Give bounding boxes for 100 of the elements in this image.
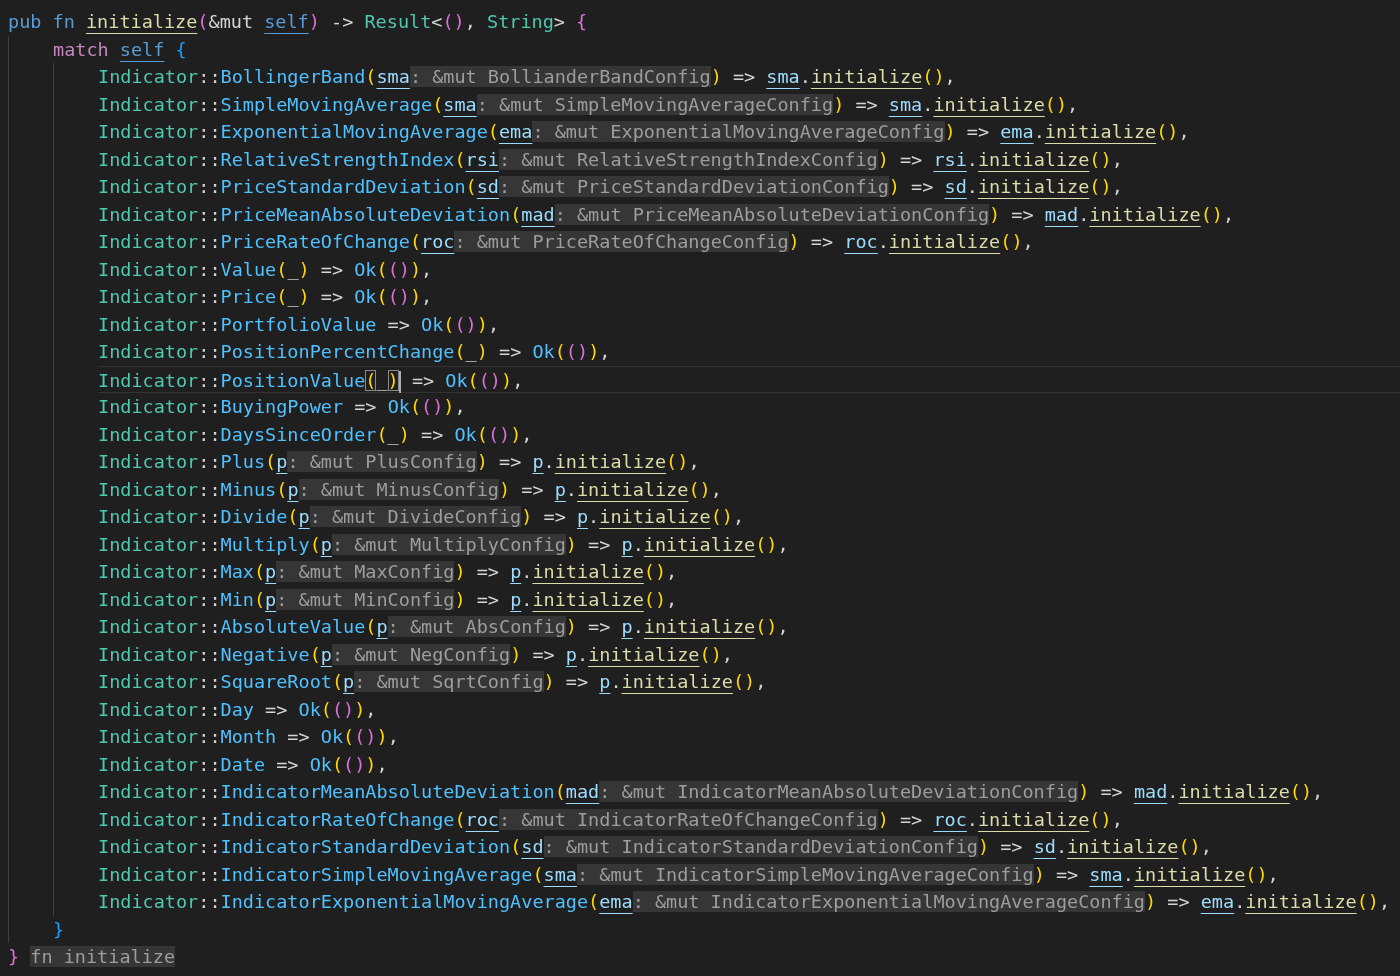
punctuation: , <box>1267 863 1279 885</box>
variable-name: mad <box>521 203 555 225</box>
punctuation: , <box>1111 808 1123 830</box>
punctuation: &mut <box>208 11 255 32</box>
inlay-hint: : &mut IndicatorStandardDeviationConfig <box>543 836 978 857</box>
inlay-hint: : &mut DivideConfig <box>309 506 522 527</box>
punctuation: :: <box>198 616 221 637</box>
bracket: ( <box>487 121 499 142</box>
punctuation: => <box>475 588 500 610</box>
punctuation: . <box>966 808 978 830</box>
bracket: ) <box>298 258 310 280</box>
variant-name: PriceMeanAbsoluteDeviation <box>220 203 511 225</box>
bracket: } <box>53 918 65 940</box>
inlay-hint: : &mut IndicatorMeanAbsoluteDeviationConfig <box>599 781 1079 802</box>
variable-name: p <box>510 561 522 582</box>
bracket: () <box>688 478 711 500</box>
type-name: Indicator <box>98 369 199 391</box>
punctuation: , <box>944 66 956 87</box>
bracket: ( <box>409 231 422 252</box>
bracket: () <box>643 561 667 582</box>
type-name: Indicator <box>98 891 199 912</box>
variant-name: PriceStandardDeviation <box>220 176 466 197</box>
punctuation: , <box>1111 148 1123 170</box>
punctuation: :: <box>198 369 221 391</box>
punctuation: . <box>966 148 978 170</box>
punctuation: _ <box>465 341 477 362</box>
variable-name: sma <box>1089 863 1123 885</box>
bracket: () <box>1089 176 1112 197</box>
variant-name: Multiply <box>220 533 310 555</box>
bracket: ) <box>354 698 366 720</box>
punctuation: :: <box>198 643 221 665</box>
bracket: ) <box>409 258 422 280</box>
bracket: ( <box>465 176 477 197</box>
bracket: ( <box>554 781 566 802</box>
function-name: initialize <box>1067 836 1179 857</box>
punctuation: , <box>1223 203 1235 225</box>
punctuation: . <box>1167 781 1179 802</box>
type-name: Indicator <box>98 533 199 555</box>
variant-name: Ok <box>454 423 477 445</box>
type-name: Indicator <box>98 781 199 802</box>
variable-name: sma <box>766 66 800 87</box>
inlay-hint: : &mut PlusConfig <box>287 451 477 472</box>
function-name: initialize <box>1133 863 1246 885</box>
punctuation: => <box>264 698 289 720</box>
punctuation: , <box>666 588 678 610</box>
punctuation: , <box>464 11 477 32</box>
bracket: () <box>454 313 477 335</box>
bracket: ) <box>298 286 310 307</box>
function-name: initialize <box>1178 781 1290 802</box>
type-name: String <box>487 11 554 32</box>
punctuation: , <box>688 451 700 472</box>
variant-name: SimpleMovingAverage <box>220 93 433 115</box>
variable-name: p <box>276 451 288 472</box>
inlay-hint: fn initialize <box>30 946 176 967</box>
bracket: ( <box>432 93 444 115</box>
punctuation: :: <box>198 176 221 197</box>
inlay-hint: : &mut SqrtConfig <box>354 671 544 692</box>
bracket: ) <box>521 506 533 527</box>
variant-name: IndicatorExponentialMovingAverage <box>220 891 589 912</box>
punctuation: :: <box>198 286 221 307</box>
variant-name: PositionValue <box>220 369 366 391</box>
punctuation: , <box>777 533 789 555</box>
punctuation: :: <box>198 313 221 335</box>
variable-name: roc <box>465 808 499 830</box>
bracket: ) <box>565 616 577 637</box>
variant-name: SquareRoot <box>220 671 332 692</box>
bracket: () <box>1200 203 1223 225</box>
bracket: ( <box>376 258 388 280</box>
bracket: ( <box>253 561 266 582</box>
variable-name: sma <box>543 863 577 885</box>
variable-name: sd <box>1033 836 1056 857</box>
variable-name: ema <box>599 891 633 912</box>
variable-name: sma <box>443 93 477 115</box>
bracket: ( <box>409 396 422 417</box>
bracket: ( <box>554 341 566 362</box>
variant-name: Ok <box>298 698 321 720</box>
punctuation: , <box>521 423 533 445</box>
punctuation: . <box>521 588 533 610</box>
function-name: initialize <box>577 478 689 500</box>
punctuation: => <box>286 726 311 747</box>
bracket: ( <box>476 423 488 445</box>
variable-name: p <box>554 478 566 500</box>
punctuation: . <box>565 478 577 500</box>
bracket: () <box>478 369 501 391</box>
variable-name: p <box>532 451 544 472</box>
bracket: ( <box>365 616 377 637</box>
bracket: } <box>8 946 21 967</box>
type-name: Indicator <box>98 258 199 280</box>
punctuation: , <box>1067 93 1079 115</box>
variant-name: Ok <box>532 341 555 362</box>
matched-bracket: ) <box>387 369 399 391</box>
bracket: ( <box>197 11 209 32</box>
variable-name: rsi <box>933 148 967 170</box>
function-name: initialize <box>599 506 711 527</box>
punctuation: :: <box>198 258 221 280</box>
type-name: Indicator <box>98 506 199 527</box>
punctuation: :: <box>198 66 221 87</box>
punctuation: :: <box>198 423 221 445</box>
bracket: ) <box>398 423 410 445</box>
punctuation: , <box>777 616 789 637</box>
